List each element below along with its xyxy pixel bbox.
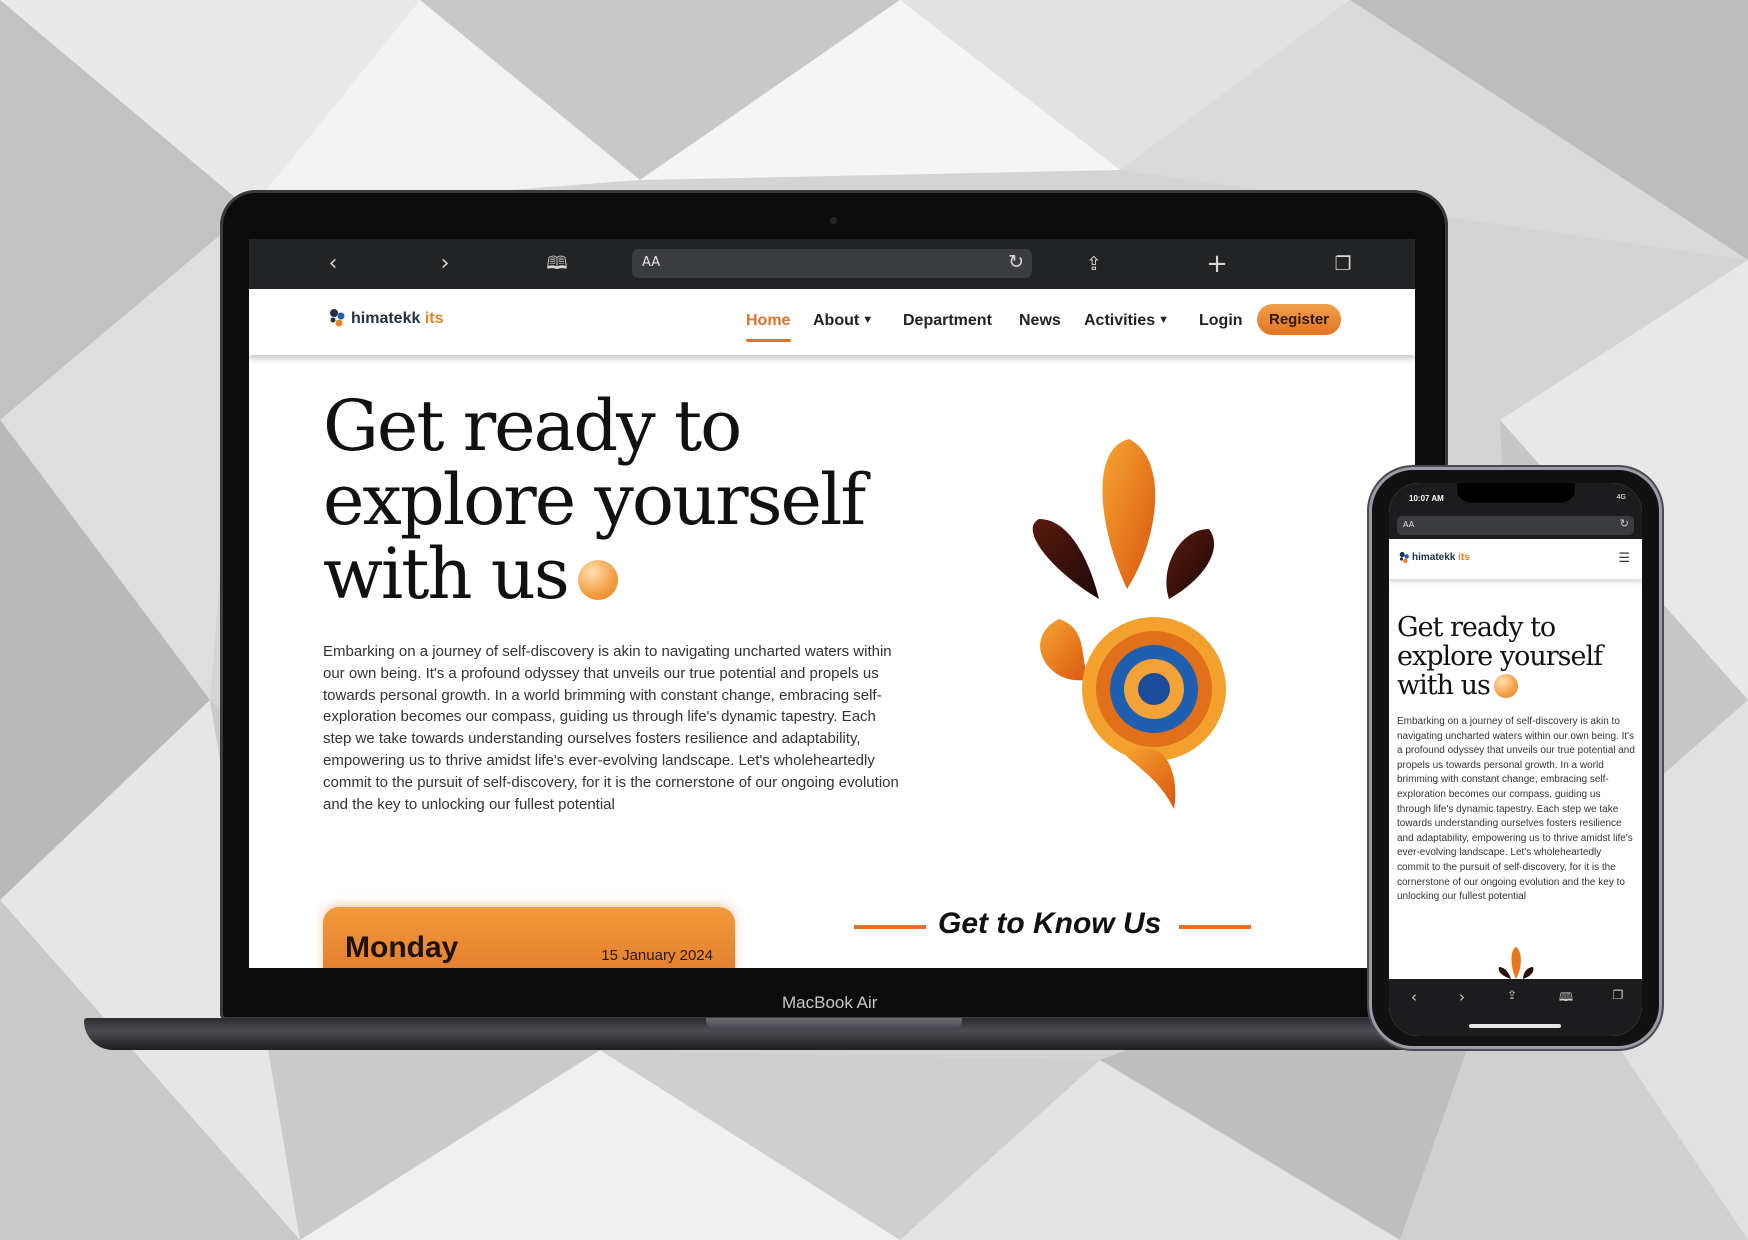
logo-mark-icon <box>1399 552 1409 564</box>
phone-hero-description: Embarking on a journey of self-discovery… <box>1397 716 1635 903</box>
phone-title-line-2: explore yourself <box>1397 641 1603 672</box>
logo-accent: its <box>1458 552 1470 563</box>
book-icon[interactable]: 🕮 <box>543 250 571 278</box>
phone-reader-aa[interactable]: AA <box>1403 520 1414 529</box>
reload-icon[interactable]: ↻ <box>1620 517 1629 530</box>
share-icon[interactable]: ⇪ <box>1501 988 1523 1002</box>
laptop-hinge <box>706 1018 962 1030</box>
nav-active-underline <box>746 339 791 342</box>
phone-notch <box>1457 483 1575 503</box>
orange-orb-icon <box>1493 674 1518 698</box>
logo-name: himatekk <box>351 310 421 327</box>
reload-icon[interactable]: ↻ <box>1008 251 1024 273</box>
himatekk-logo[interactable]: himatekk its <box>1399 550 1479 570</box>
logo-name: himatekk <box>1412 552 1456 563</box>
status-time: 10:07 AM <box>1409 494 1444 503</box>
hero-description: Embarking on a journey of self-discovery… <box>323 643 899 813</box>
chevron-left-icon[interactable]: ‹ <box>319 250 347 278</box>
logo-accent: its <box>424 310 444 327</box>
section-divider-left <box>854 925 926 929</box>
phone-browser-toolbar: ‹ › ⇪ 🕮 ❐ <box>1389 979 1642 1036</box>
chevron-right-icon[interactable]: › <box>1451 988 1473 1006</box>
hamburger-menu-icon[interactable]: ☰ <box>1618 551 1630 566</box>
chevron-right-icon[interactable]: › <box>431 250 459 278</box>
address-bar[interactable]: AA ↻ <box>632 249 1032 278</box>
logo-text: himatekk its <box>1412 552 1470 563</box>
phone-navbar: himatekk its ☰ <box>1389 539 1642 579</box>
phone-title-line-3-text: with us <box>1397 670 1491 701</box>
reader-aa-label[interactable]: AA <box>642 255 660 270</box>
phone-address-bar[interactable]: AA ↻ <box>1397 516 1634 535</box>
hero-title-line-2: explore yourself <box>323 459 866 541</box>
site-navbar: himatekk its Home About ▼ Department News… <box>249 289 1415 355</box>
orange-orb-icon <box>577 560 618 600</box>
hero-title-line-3-text: with us <box>323 533 570 615</box>
nav-news[interactable]: News <box>1019 312 1061 330</box>
book-icon[interactable]: 🕮 <box>1555 988 1577 1009</box>
laptop-model-label: MacBook Air <box>782 993 878 1012</box>
chevron-left-icon[interactable]: ‹ <box>1403 988 1425 1006</box>
status-signal: 4G <box>1616 494 1626 501</box>
tabs-icon[interactable]: ❐ <box>1329 250 1357 278</box>
home-indicator <box>1469 1024 1561 1028</box>
logo-mark-icon <box>330 309 345 327</box>
phone-screen: 10:07 AM 4G AA ↻ himatekk its ☰ Get read… <box>1389 483 1642 1036</box>
event-date-card[interactable]: Monday 15 January 2024 <box>323 907 735 968</box>
nav-activities-label: Activities <box>1084 312 1156 329</box>
register-button[interactable]: Register <box>1257 304 1341 335</box>
tabs-icon[interactable]: ❐ <box>1607 988 1629 1002</box>
date-day: Monday <box>345 931 459 964</box>
hero-title: Get ready to explore yourself with us <box>323 389 943 611</box>
section-divider-right <box>1179 925 1251 929</box>
phone-title-line-1: Get ready to <box>1397 612 1556 643</box>
nav-about-label: About <box>813 312 860 329</box>
date-full: 15 January 2024 <box>601 947 713 964</box>
phone-url-row: AA ↻ <box>1389 513 1642 539</box>
browser-toolbar: ‹ › 🕮 AA ↻ ⇪ + ❐ <box>249 239 1415 289</box>
logo-text: himatekk its <box>351 310 444 328</box>
chevron-down-icon: ▼ <box>1158 314 1170 326</box>
laptop-screen: ‹ › 🕮 AA ↻ ⇪ + ❐ himatekk its Home About… <box>249 239 1415 968</box>
chevron-down-icon: ▼ <box>862 314 874 326</box>
nav-activities[interactable]: Activities ▼ <box>1084 312 1169 330</box>
nav-department[interactable]: Department <box>903 312 992 330</box>
himatekk-logo[interactable]: himatekk its <box>329 307 459 337</box>
phone-hero-title: Get ready to explore yourself with us <box>1397 613 1637 700</box>
share-icon[interactable]: ⇪ <box>1080 250 1108 278</box>
laptop-camera <box>830 217 837 224</box>
plus-icon[interactable]: + <box>1203 250 1231 278</box>
hero-title-line-3: with us <box>323 537 943 611</box>
nav-about[interactable]: About ▼ <box>813 312 873 330</box>
himatekk-emblem-icon <box>1032 439 1226 809</box>
nav-home[interactable]: Home <box>746 312 790 330</box>
phone-title-line-3: with us <box>1397 671 1637 700</box>
section-title: Get to Know Us <box>938 907 1162 940</box>
hero-title-line-1: Get ready to <box>323 385 742 467</box>
nav-login[interactable]: Login <box>1199 312 1243 330</box>
